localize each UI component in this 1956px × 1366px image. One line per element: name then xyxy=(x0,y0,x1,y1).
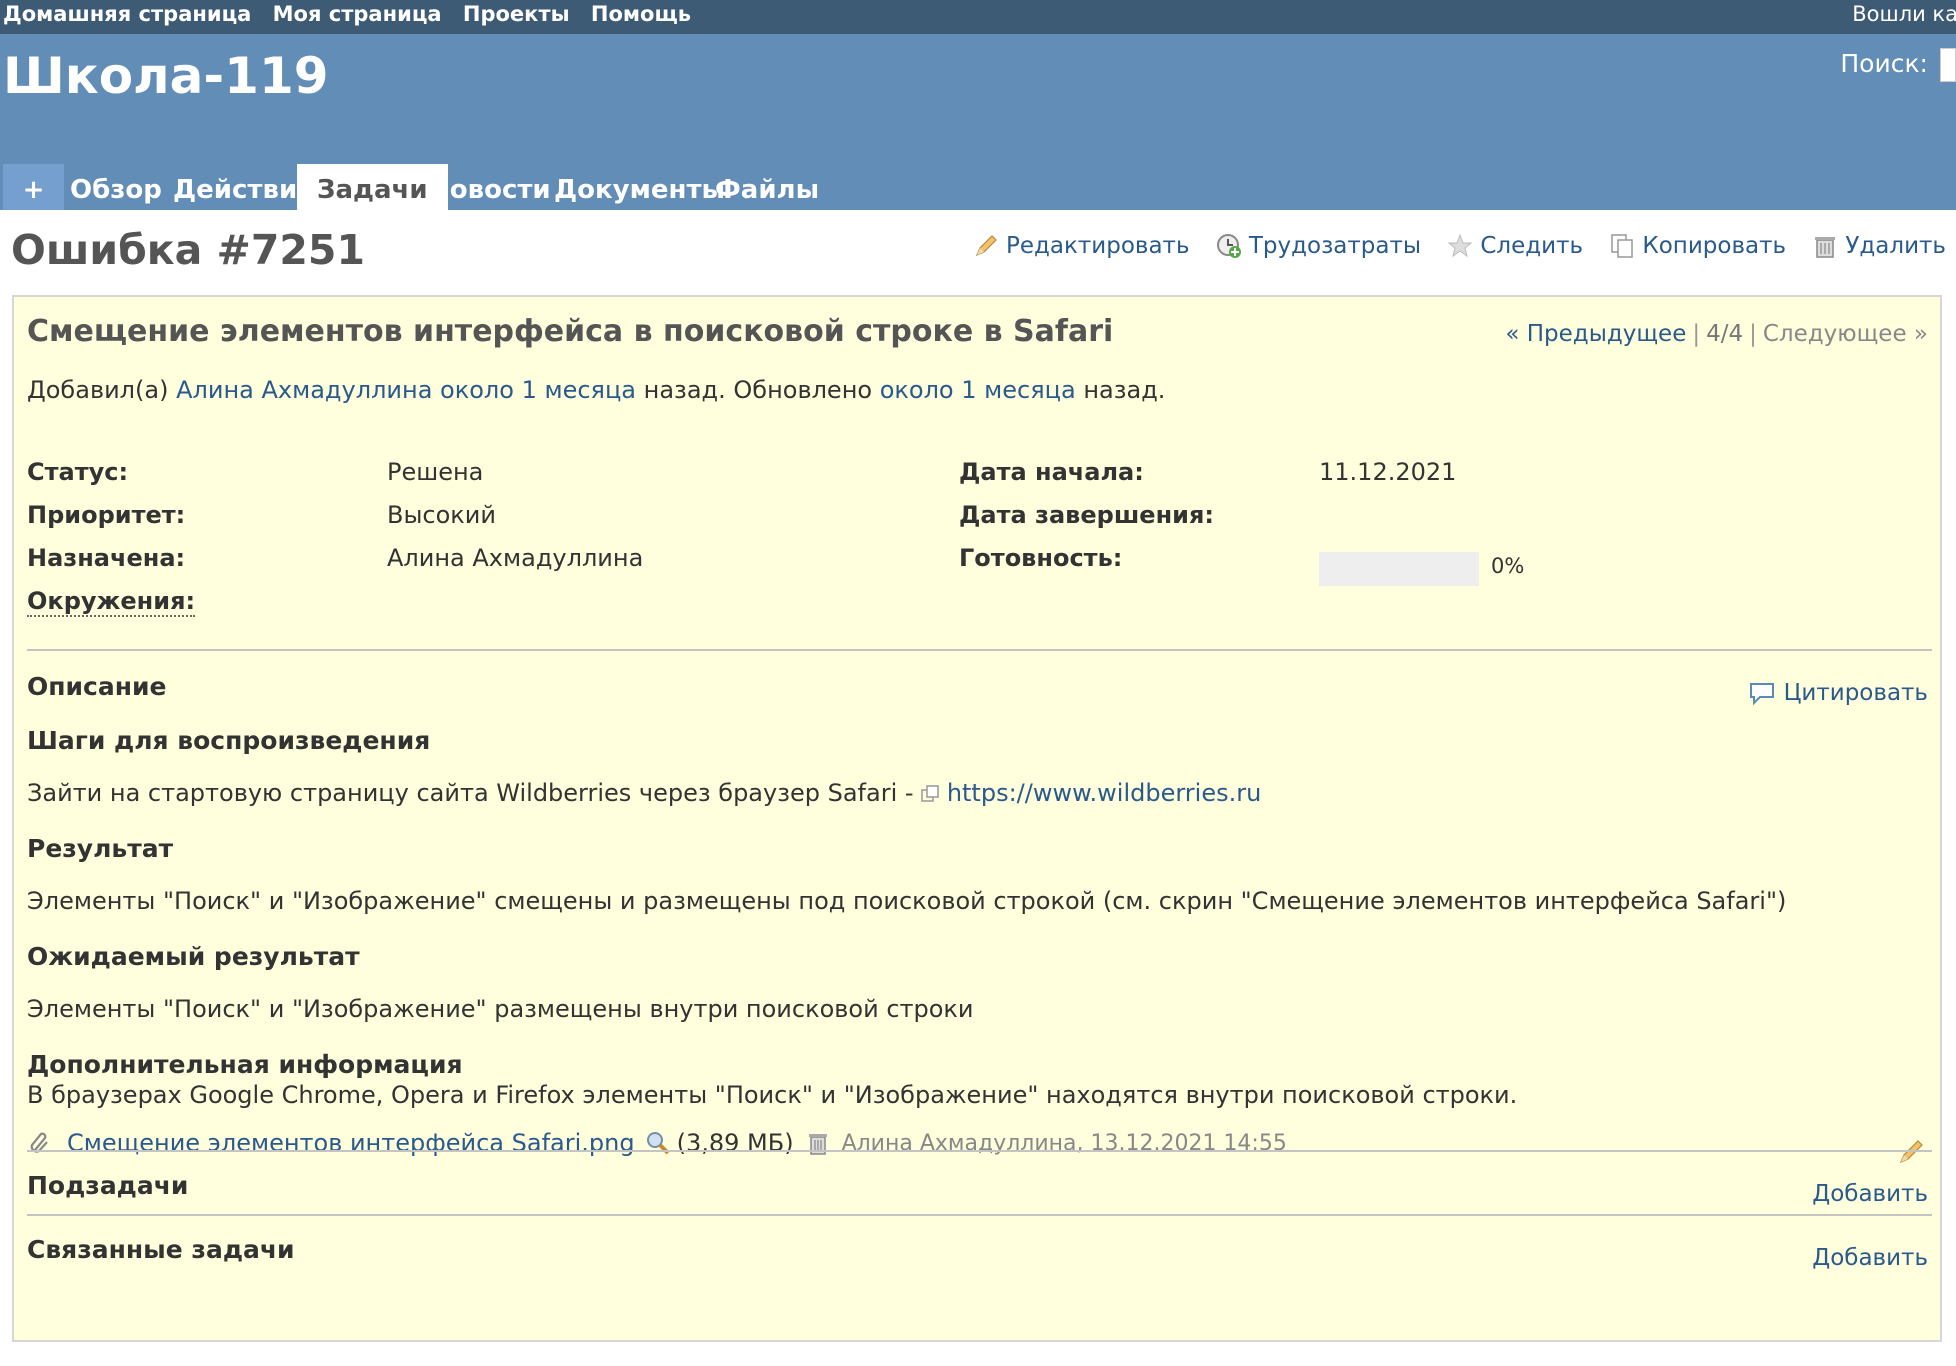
copy-icon xyxy=(1611,234,1634,258)
attachment-row: Смещение элементов интерфейса Safari.png… xyxy=(27,1129,1287,1157)
tab-overview[interactable]: Обзор xyxy=(70,164,162,210)
wildberries-link[interactable]: https://www.wildberries.ru xyxy=(947,779,1262,807)
assignee-label: Назначена: xyxy=(27,544,186,572)
search-input[interactable] xyxy=(1940,48,1956,82)
pencil-icon xyxy=(975,235,997,257)
delete-action-label: Удалить xyxy=(1845,233,1946,259)
created-ago-link[interactable]: около 1 месяца xyxy=(440,376,636,404)
status-value: Решена xyxy=(387,458,484,486)
copy-action[interactable]: Копировать xyxy=(1608,232,1786,260)
top-menu-help-link[interactable]: Помощь xyxy=(591,2,691,26)
issue-position: 4/4 xyxy=(1706,321,1744,347)
attachment-link[interactable]: Смещение элементов интерфейса Safari.png xyxy=(67,1129,635,1157)
quick-search: Поиск: xyxy=(1840,48,1956,82)
ago-text: назад. xyxy=(1083,376,1166,404)
tab-files[interactable]: Файлы xyxy=(715,164,819,210)
due-date-label: Дата завершения: xyxy=(959,501,1214,529)
done-ratio-percent: 0% xyxy=(1491,554,1525,578)
status-label: Статус: xyxy=(27,458,129,486)
top-menu: Домашняя страница Моя страница Проекты П… xyxy=(0,0,1956,34)
attachment-size: (3,89 МБ) xyxy=(676,1129,794,1157)
external-link-icon xyxy=(921,785,939,802)
next-issue-link: Следующее » xyxy=(1762,321,1928,347)
top-menu-projects-link[interactable]: Проекты xyxy=(463,2,570,26)
project-title: Школа-119 xyxy=(3,47,329,105)
result-title: Результат xyxy=(27,834,174,863)
priority-value: Высокий xyxy=(387,501,496,529)
add-relation-link[interactable]: Добавить xyxy=(1812,1245,1928,1271)
top-menu-my-page-link[interactable]: Моя страница xyxy=(273,2,442,26)
tab-documents[interactable]: Документы xyxy=(554,164,725,210)
steps-text-line: Зайти на стартовую страницу сайта Wildbe… xyxy=(27,779,1261,807)
start-date-label: Дата начала: xyxy=(959,458,1144,486)
issue-heading: Ошибка #7251 xyxy=(11,226,365,274)
description-title: Описание xyxy=(27,672,167,701)
time-action[interactable]: Трудозатраты xyxy=(1215,232,1421,260)
edit-attachments-pencil-icon[interactable] xyxy=(1896,1137,1926,1167)
edit-action[interactable]: Редактировать xyxy=(972,232,1190,260)
steps-title: Шаги для воспроизведения xyxy=(27,726,431,755)
expected-text: Элементы "Поиск" и "Изображение" размеще… xyxy=(27,995,974,1023)
magnifier-icon[interactable] xyxy=(645,1130,671,1156)
logged-as-text: Вошли ка xyxy=(1852,2,1956,26)
extra-info-title: Дополнительная информация xyxy=(27,1050,463,1079)
divider xyxy=(27,1214,1932,1216)
issue-subject: Смещение элементов интерфейса в поисково… xyxy=(27,314,1114,349)
watch-action[interactable]: Следить xyxy=(1446,232,1583,260)
quote-label: Цитировать xyxy=(1783,680,1928,706)
star-icon xyxy=(1447,233,1473,258)
add-subtask-link[interactable]: Добавить xyxy=(1812,1181,1928,1207)
tab-news[interactable]: Новости xyxy=(428,164,551,210)
clock-add-icon xyxy=(1216,234,1241,258)
steps-text: Зайти на стартовую страницу сайта Wildbe… xyxy=(27,779,914,807)
issue-details: Смещение элементов интерфейса в поисково… xyxy=(12,295,1942,1342)
environment-label: Окружения: xyxy=(27,587,196,617)
quote-action[interactable]: Цитировать xyxy=(1748,680,1928,706)
added-by-text: Добавил(а) xyxy=(27,376,169,404)
relations-title: Связанные задачи xyxy=(27,1235,295,1264)
issue-actions: Редактировать Трудозатраты Следить Копир… xyxy=(954,232,1946,266)
tab-issues[interactable]: Задачи xyxy=(297,164,448,210)
content: Ошибка #7251 Редактировать Трудозатраты … xyxy=(0,210,1956,1366)
result-text: Элементы "Поиск" и "Изображение" смещены… xyxy=(27,887,1787,915)
watch-action-label: Следить xyxy=(1480,233,1584,259)
assignee-link[interactable]: Алина Ахмадуллина xyxy=(387,544,643,572)
start-date-value: 11.12.2021 xyxy=(1319,458,1457,486)
comment-icon xyxy=(1749,683,1774,706)
paperclip-icon xyxy=(30,1132,48,1153)
top-menu-links: Домашняя страница Моя страница Проекты П… xyxy=(3,2,705,26)
priority-label: Приоритет: xyxy=(27,501,186,529)
previous-issue-link[interactable]: « Предыдущее xyxy=(1505,321,1686,347)
issue-navigation: « Предыдущее | 4/4 | Следующее » xyxy=(1505,321,1928,347)
copy-action-label: Копировать xyxy=(1642,233,1787,259)
top-menu-home-link[interactable]: Домашняя страница xyxy=(3,2,251,26)
author-line: Добавил(а) Алина Ахмадуллина около 1 мес… xyxy=(27,376,1165,404)
edit-action-label: Редактировать xyxy=(1005,233,1190,259)
time-action-label: Трудозатраты xyxy=(1248,233,1422,259)
delete-attachment-icon[interactable] xyxy=(806,1130,830,1156)
author-link[interactable]: Алина Ахмадуллина xyxy=(176,376,432,404)
updated-ago-link[interactable]: около 1 месяца xyxy=(880,376,1076,404)
subtasks-title: Подзадачи xyxy=(27,1171,189,1200)
environment-label-text: Окружения: xyxy=(27,587,196,617)
done-ratio-progress-bar xyxy=(1319,552,1479,586)
trash-icon xyxy=(1815,237,1836,258)
extra-info-text: В браузерах Google Chrome, Opera и Firef… xyxy=(27,1081,1518,1109)
search-label: Поиск: xyxy=(1840,49,1928,78)
done-ratio-label: Готовность: xyxy=(959,544,1123,572)
tab-activity[interactable]: Действия xyxy=(173,164,314,210)
delete-action[interactable]: Удалить xyxy=(1811,232,1946,260)
tab-new-issue-plus[interactable]: + xyxy=(3,164,64,210)
divider xyxy=(27,649,1932,651)
project-header: Школа-119 Поиск: + Обзор Действия Задачи… xyxy=(0,34,1956,210)
expected-title: Ожидаемый результат xyxy=(27,942,360,971)
divider xyxy=(27,1150,1932,1152)
updated-text: назад. Обновлено xyxy=(643,376,873,404)
